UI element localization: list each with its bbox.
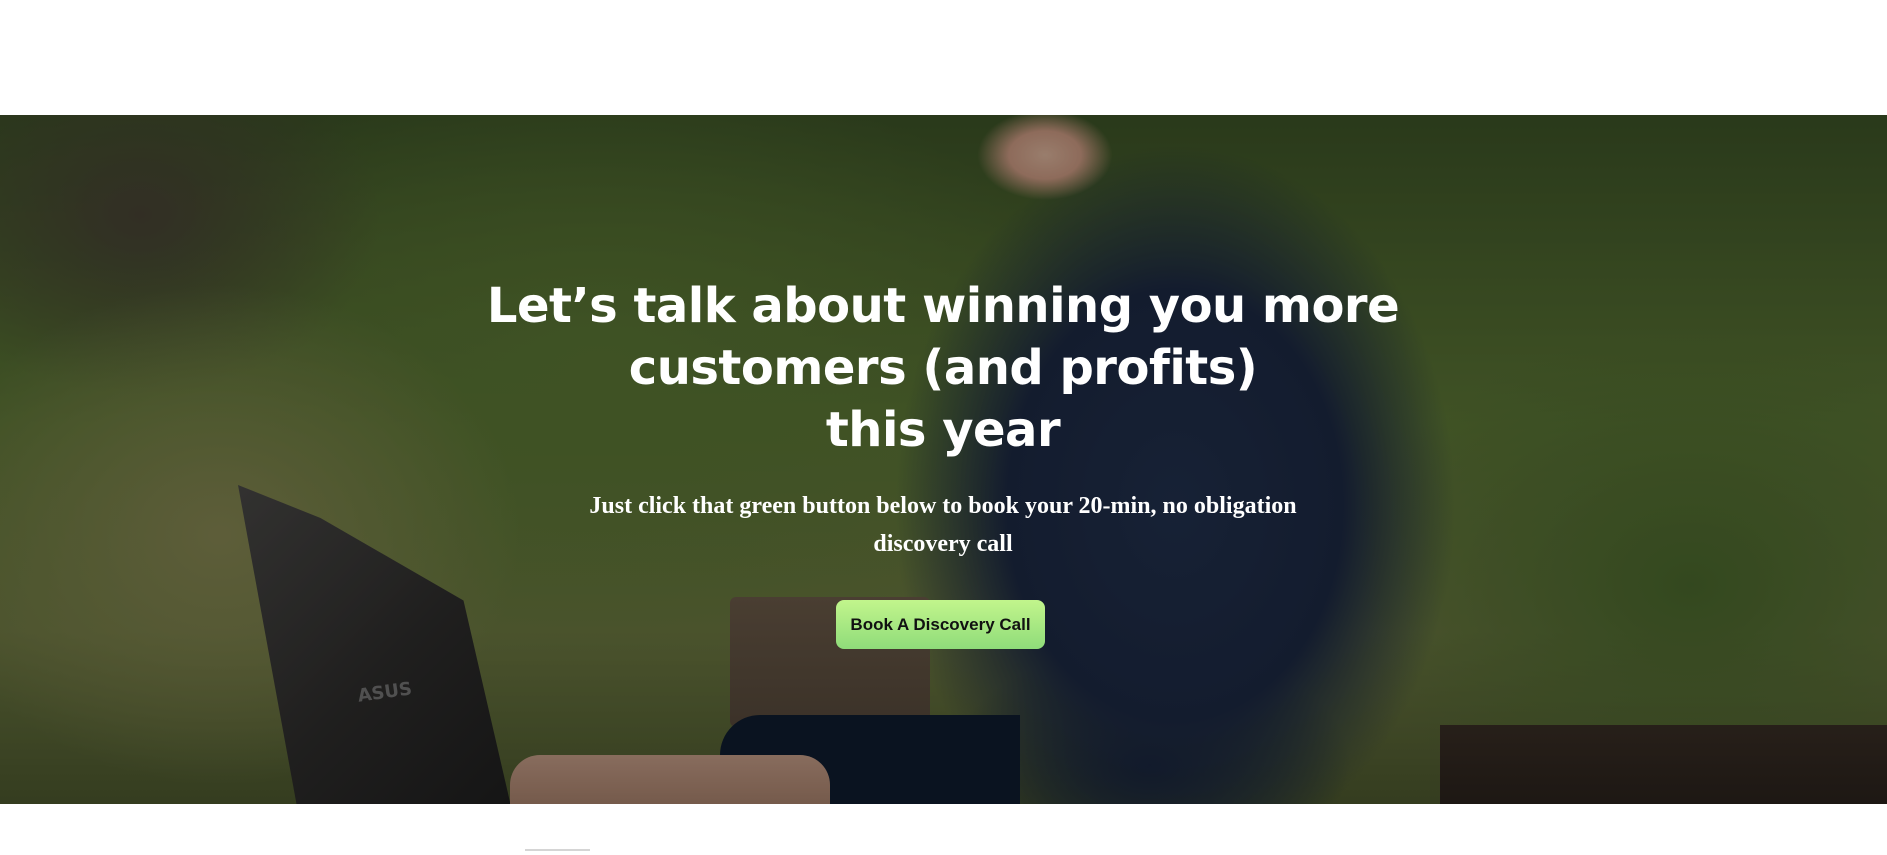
- top-header-bar: [0, 0, 1887, 115]
- hero-headline-line-2: customers (and profits): [628, 340, 1258, 396]
- hero-subheadline: Just click that green button below to bo…: [589, 493, 1297, 557]
- hero-section: ASUS Let’s talk about winning you more c…: [0, 115, 1887, 804]
- hero-headline-line-3: this year: [825, 402, 1061, 458]
- content-below-hero: [0, 804, 1887, 855]
- hero-headline-line-1: Let’s talk about winning you more: [486, 278, 1400, 334]
- hero-content: Let’s talk about winning you more custom…: [0, 115, 1887, 804]
- hero-headline: Let’s talk about winning you more custom…: [443, 275, 1443, 461]
- section-divider: [525, 849, 590, 851]
- book-discovery-call-button[interactable]: Book A Discovery Call: [836, 600, 1045, 649]
